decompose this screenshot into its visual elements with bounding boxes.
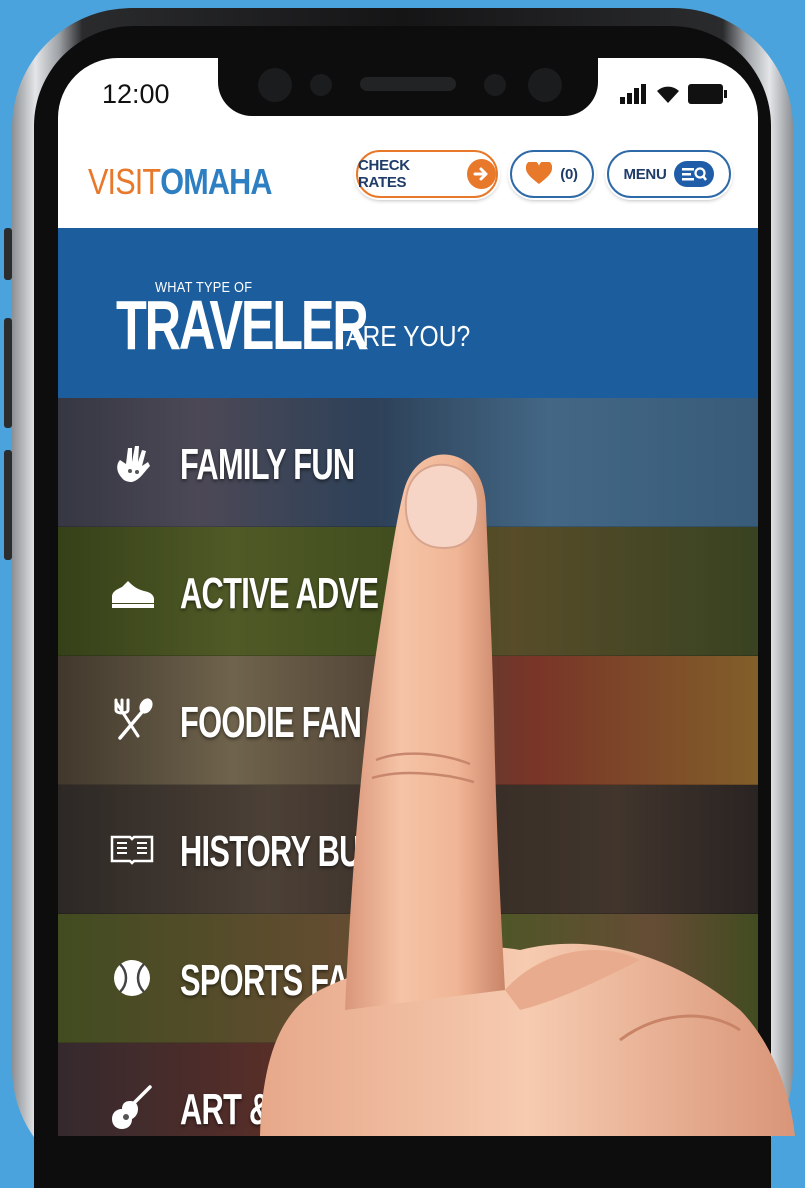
check-rates-label: CHECK RATES — [358, 157, 410, 191]
phone-notch — [218, 58, 598, 116]
signal-icon — [620, 84, 646, 104]
fork-spoon-icon — [114, 698, 153, 740]
menu-search-icon — [674, 161, 715, 187]
wifi-icon — [657, 86, 679, 103]
category-foodie-fanatic[interactable]: FOODIE FAN — [58, 656, 758, 785]
phone-screen: 12:00 VISITOMAHA CHECK RATES (0) MENU WH… — [58, 58, 758, 1136]
row-overlay — [58, 1043, 758, 1136]
speaker-icon — [360, 77, 456, 91]
row-overlay — [58, 914, 758, 1042]
sneaker-icon — [112, 581, 154, 608]
row-overlay — [58, 785, 758, 913]
category-family-fun[interactable]: FAMILY FUN — [58, 398, 758, 527]
guitar-icon — [112, 1085, 152, 1129]
row-overlay — [58, 527, 758, 655]
category-sports-fan[interactable]: SPORTS FAN — [58, 914, 758, 1043]
category-label: FAMILY FUN — [180, 440, 355, 489]
category-label: ART & — [180, 1085, 271, 1134]
phone-side-button — [4, 450, 12, 560]
heart-icon — [526, 162, 553, 184]
site-header: VISITOMAHA CHECK RATES (0) MENU — [58, 133, 758, 229]
hand-print-icon — [117, 446, 150, 482]
row-overlay — [58, 398, 758, 526]
camera-icon — [258, 68, 292, 102]
banner-subtitle: ARE YOU? — [346, 321, 471, 353]
category-label: ACTIVE ADVE — [180, 569, 379, 618]
phone-side-button — [4, 318, 12, 428]
category-label: HISTORY BU — [180, 827, 361, 876]
category-active-adventure[interactable]: ACTIVE ADVE — [58, 527, 758, 656]
sensor-icon — [310, 74, 332, 96]
logo-visit: VISIT — [88, 161, 161, 202]
category-history-buff[interactable]: HISTORY BU — [58, 785, 758, 914]
visit-omaha-logo[interactable]: VISITOMAHA — [88, 161, 272, 203]
arrow-right-icon — [466, 159, 496, 189]
category-label: SPORTS FAN — [180, 956, 371, 1005]
open-book-icon — [110, 835, 154, 865]
banner-title: TRAVELER — [116, 286, 369, 364]
sensor-icon — [484, 74, 506, 96]
status-time: 12:00 — [102, 79, 170, 109]
favorites-count: (0) — [560, 165, 578, 183]
phone-side-button — [4, 228, 12, 280]
category-label: FOODIE FAN — [180, 698, 362, 747]
row-overlay — [58, 656, 758, 784]
menu-button[interactable]: MENU — [607, 150, 731, 198]
check-rates-button[interactable]: CHECK RATES — [356, 150, 498, 198]
status-icons — [620, 82, 728, 104]
favorites-button[interactable]: (0) — [510, 150, 594, 198]
traveler-banner: WHAT TYPE OF TRAVELER ARE YOU? — [58, 228, 758, 398]
menu-label: MENU — [623, 165, 667, 183]
camera-icon — [528, 68, 562, 102]
traveler-category-list: FAMILY FUN ACTIVE ADVE FOODIE FAN HISTOR… — [58, 398, 758, 1136]
battery-icon — [688, 84, 727, 104]
logo-omaha: OMAHA — [160, 161, 272, 202]
category-art-culture[interactable]: ART & — [58, 1043, 758, 1136]
baseball-icon — [114, 960, 150, 996]
